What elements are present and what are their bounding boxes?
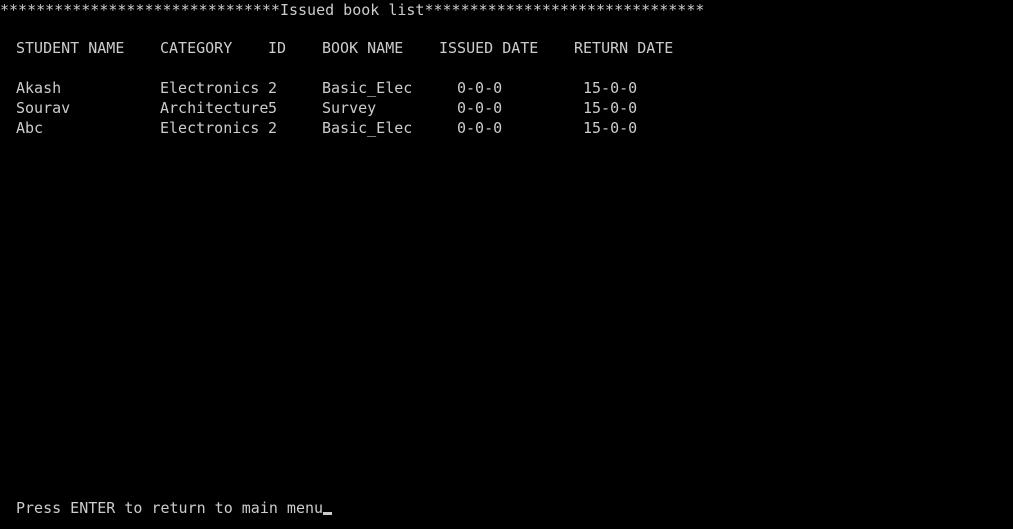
issued-date-cell: 0-0-0: [457, 79, 503, 97]
prompt-text: Press ENTER to return to main menu: [16, 499, 324, 517]
student-name-cell: Sourav: [16, 99, 71, 117]
return-to-menu-prompt[interactable]: Press ENTER to return to main menu: [16, 498, 333, 518]
issued-date-cell: 0-0-0: [457, 119, 503, 137]
issued-date-cell: 0-0-0: [457, 99, 503, 117]
return-date-cell: 15-0-0: [583, 119, 638, 137]
header-category: CATEGORY: [160, 39, 233, 57]
header-book-name: BOOK NAME: [322, 39, 404, 57]
category-cell: Architecture: [160, 99, 269, 117]
return-date-cell: 15-0-0: [583, 99, 638, 117]
student-name-cell: Akash: [16, 79, 62, 97]
category-cell: Electronics: [160, 119, 260, 137]
table-row: Sourav Architecture 5 Survey 0-0-0 15-0-…: [0, 98, 1013, 118]
header-issued-date: ISSUED DATE: [439, 39, 539, 57]
issued-book-list-banner: *******************************Issued bo…: [0, 1, 705, 19]
header-id: ID: [268, 39, 287, 57]
student-name-cell: Abc: [16, 119, 44, 137]
book-name-cell: Basic_Elec: [322, 119, 413, 137]
table-row: Abc Electronics 2 Basic_Elec 0-0-0 15-0-…: [0, 118, 1013, 138]
id-cell: 2: [268, 79, 278, 97]
category-cell: Electronics: [160, 79, 260, 97]
table-header-row: STUDENT NAME CATEGORY ID BOOK NAME ISSUE…: [0, 38, 1013, 58]
header-student-name: STUDENT NAME: [16, 39, 125, 57]
id-cell: 2: [268, 119, 278, 137]
book-name-cell: Survey: [322, 99, 377, 117]
return-date-cell: 15-0-0: [583, 79, 638, 97]
book-name-cell: Basic_Elec: [322, 79, 413, 97]
text-cursor: [323, 512, 333, 515]
table-row: Akash Electronics 2 Basic_Elec 0-0-0 15-…: [0, 78, 1013, 98]
id-cell: 5: [268, 99, 278, 117]
header-return-date: RETURN DATE: [574, 39, 674, 57]
